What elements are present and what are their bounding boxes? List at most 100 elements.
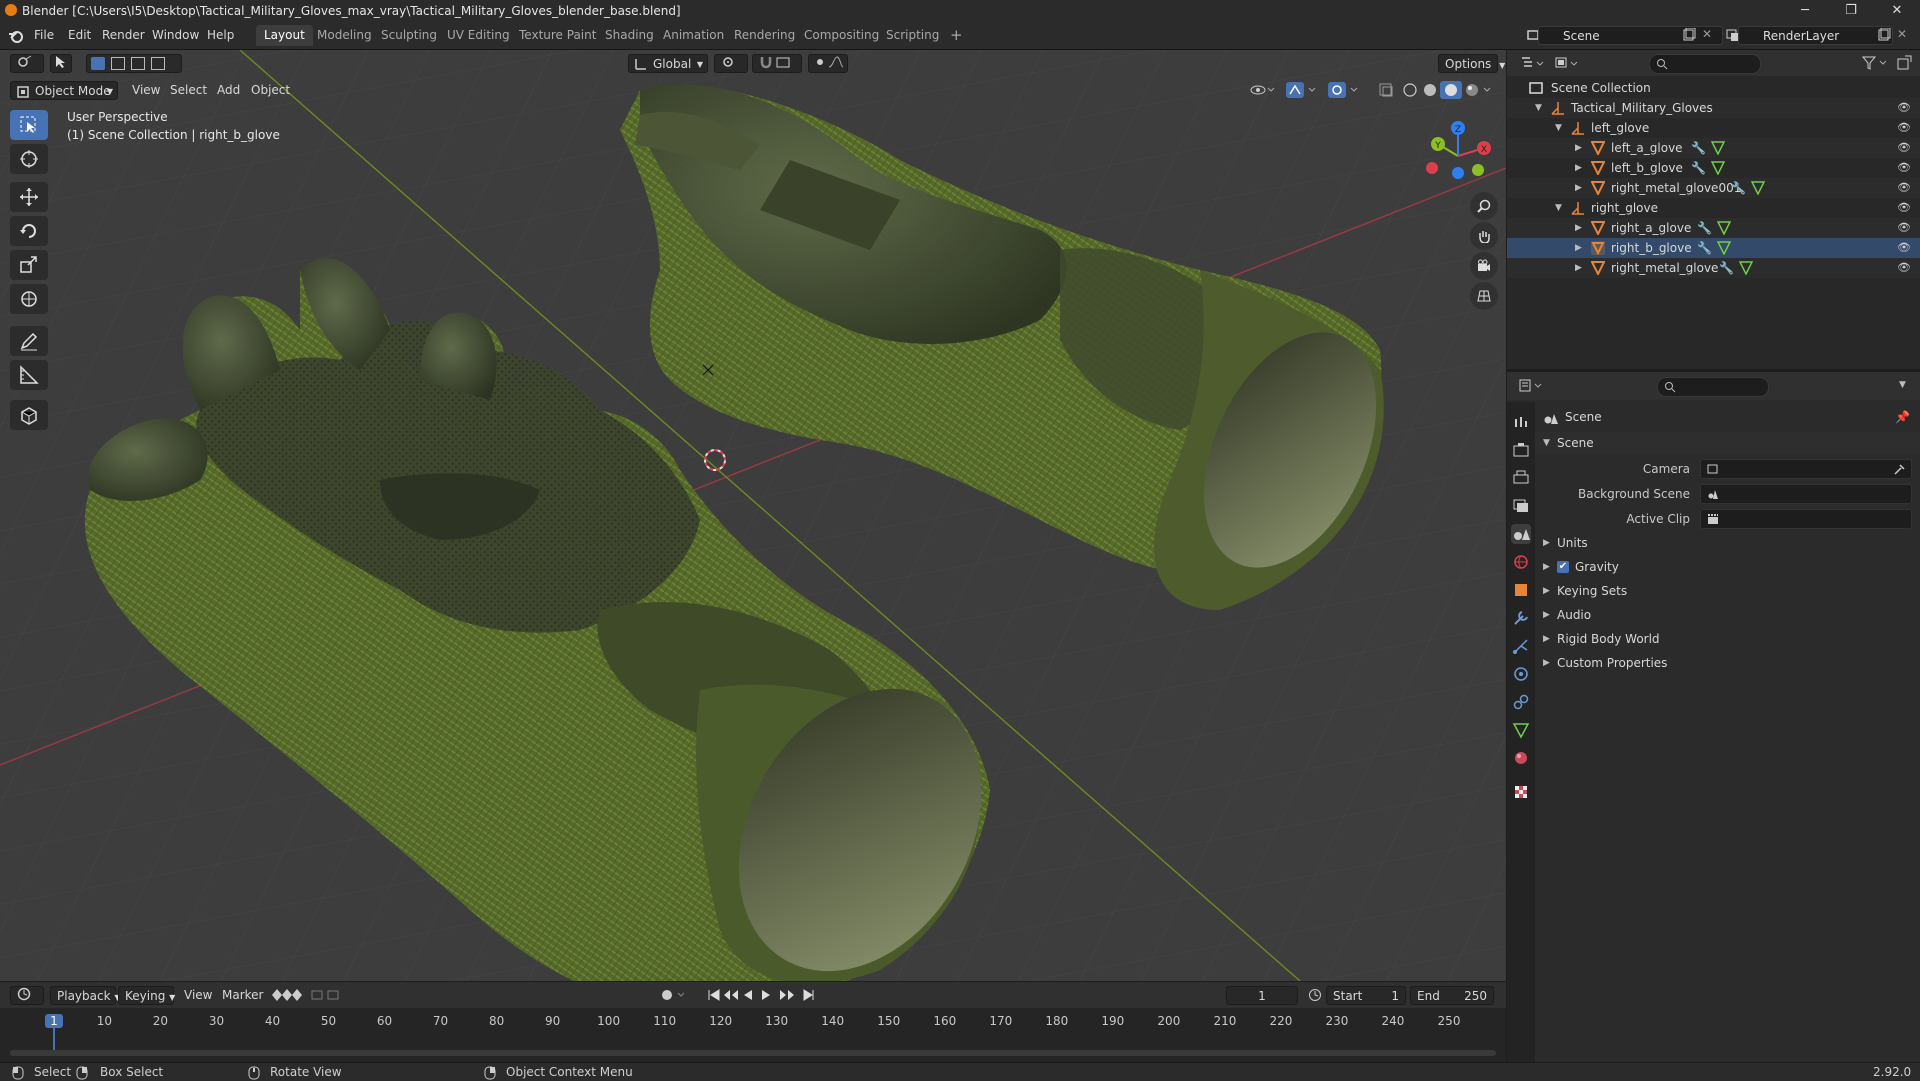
expand-arrow-icon[interactable]: ▶ xyxy=(1575,158,1582,178)
expand-arrow-icon[interactable]: ▶ xyxy=(1543,532,1550,554)
expand-arrow-icon[interactable]: ▼ xyxy=(1555,198,1562,218)
tool-annotate[interactable] xyxy=(10,326,48,356)
tool-move[interactable] xyxy=(10,182,48,212)
new-collection-icon[interactable] xyxy=(1897,55,1913,71)
mesh-data-icon[interactable] xyxy=(1739,261,1753,275)
viewport-menu-select[interactable]: Select xyxy=(170,83,207,97)
tab-tool[interactable] xyxy=(1511,412,1531,432)
camera-field[interactable] xyxy=(1700,459,1912,479)
proportional-editing-button[interactable] xyxy=(808,54,848,73)
tool-add-cube[interactable] xyxy=(10,400,48,430)
tab-particles[interactable] xyxy=(1511,636,1531,656)
outliner-item-right-a-glove[interactable]: ▶ right_a_glove 🔧 👁 xyxy=(1507,218,1920,238)
visibility-eye-icon[interactable]: 👁 xyxy=(1897,238,1911,258)
visibility-filter-icon[interactable] xyxy=(1250,82,1276,98)
tab-view-layer[interactable] xyxy=(1511,496,1531,516)
panel-audio[interactable]: ▶ Audio xyxy=(1535,604,1920,626)
new-view-layer-icon[interactable] xyxy=(1877,28,1891,42)
invert-selection-icon[interactable] xyxy=(151,57,165,70)
modifier-wrench-icon[interactable]: 🔧 xyxy=(1731,178,1746,198)
visibility-eye-icon[interactable]: 👁 xyxy=(1897,158,1911,178)
selection-mode-buttons[interactable] xyxy=(86,54,182,73)
tab-render[interactable] xyxy=(1511,440,1531,460)
camera-view-button[interactable] xyxy=(1470,252,1498,280)
tab-physics[interactable] xyxy=(1511,664,1531,684)
visibility-eye-icon[interactable]: 👁 xyxy=(1897,118,1911,138)
expand-arrow-icon[interactable]: ▼ xyxy=(1535,98,1542,118)
tool-cursor[interactable] xyxy=(10,144,48,174)
menu-edit[interactable]: Edit xyxy=(68,28,91,42)
viewport-menu-add[interactable]: Add xyxy=(217,83,240,97)
editor-type-button[interactable] xyxy=(10,54,44,73)
expand-arrow-icon[interactable]: ▶ xyxy=(1543,580,1550,602)
outliner-item-right-metal-glove001[interactable]: ▶ right_metal_glove001 🔧 👁 xyxy=(1507,178,1920,198)
pin-icon[interactable]: 📌 xyxy=(1895,406,1910,428)
expand-arrow-icon[interactable]: ▶ xyxy=(1575,218,1582,238)
select-tool-mode-button[interactable] xyxy=(50,54,72,73)
panel-rigid-body-world[interactable]: ▶ Rigid Body World xyxy=(1535,628,1920,650)
tab-modifiers[interactable] xyxy=(1511,608,1531,628)
mesh-data-icon[interactable] xyxy=(1751,181,1765,195)
expand-arrow-icon[interactable]: ▶ xyxy=(1543,652,1550,674)
mesh-data-icon[interactable] xyxy=(1717,221,1731,235)
visibility-eye-icon[interactable]: 👁 xyxy=(1897,218,1911,238)
tab-layout[interactable]: Layout xyxy=(256,25,313,46)
object-mode-dropdown[interactable]: Object Mode ▼ xyxy=(10,81,118,100)
pivot-point-button[interactable] xyxy=(714,54,748,73)
expand-arrow-icon[interactable]: ▶ xyxy=(1543,556,1550,578)
outliner-item-left-b-glove[interactable]: ▶ left_b_glove 🔧 👁 xyxy=(1507,158,1920,178)
subtract-selection-icon[interactable] xyxy=(131,57,145,70)
set-selection-icon[interactable] xyxy=(91,57,105,70)
mesh-data-icon[interactable] xyxy=(1711,141,1725,155)
menu-render[interactable]: Render xyxy=(102,28,145,42)
xray-toggle-icon[interactable] xyxy=(1378,82,1394,98)
tool-measure[interactable] xyxy=(10,360,48,390)
visibility-eye-icon[interactable]: 👁 xyxy=(1897,98,1911,118)
expand-arrow-icon[interactable]: ▶ xyxy=(1543,628,1550,650)
panel-gravity[interactable]: ▶ ✔ Gravity xyxy=(1535,556,1920,578)
tool-select-box[interactable] xyxy=(10,110,48,140)
tab-texture[interactable] xyxy=(1511,782,1531,802)
tab-rendering[interactable]: Rendering xyxy=(726,25,803,46)
tab-output[interactable] xyxy=(1511,468,1531,488)
extend-selection-icon[interactable] xyxy=(111,57,125,70)
outliner-scene-collection[interactable]: Scene Collection xyxy=(1507,78,1920,98)
navigation-gizmo[interactable]: X Y Z xyxy=(1418,116,1498,196)
visibility-eye-icon[interactable]: 👁 xyxy=(1897,198,1911,218)
panel-custom-properties[interactable]: ▶ Custom Properties xyxy=(1535,652,1920,674)
modifier-wrench-icon[interactable]: 🔧 xyxy=(1697,238,1712,258)
expand-arrow-icon[interactable]: ▶ xyxy=(1543,604,1550,626)
tab-texture-paint[interactable]: Texture Paint xyxy=(511,25,604,46)
new-scene-icon[interactable] xyxy=(1682,28,1696,42)
active-clip-field[interactable] xyxy=(1700,509,1912,529)
snapping-button[interactable] xyxy=(752,54,802,73)
tab-shading[interactable]: Shading xyxy=(597,25,662,46)
tab-sculpting[interactable]: Sculpting xyxy=(373,25,445,46)
visibility-eye-icon[interactable]: 👁 xyxy=(1897,178,1911,198)
expand-arrow-icon[interactable]: ▼ xyxy=(1555,118,1562,138)
perspective-toggle-button[interactable] xyxy=(1470,282,1498,310)
timeline-scrollbar[interactable] xyxy=(10,1050,1496,1056)
3d-viewport[interactable]: Global ▼ Options ▼ Object Mode ▼ View Se… xyxy=(0,50,1506,981)
tab-animation[interactable]: Animation xyxy=(655,25,732,46)
modifier-wrench-icon[interactable]: 🔧 xyxy=(1719,258,1734,278)
gravity-checkbox[interactable]: ✔ xyxy=(1557,561,1569,573)
zoom-view-button[interactable] xyxy=(1470,192,1498,220)
blender-menu-icon[interactable] xyxy=(8,28,24,44)
viewport-menu-view[interactable]: View xyxy=(132,83,160,97)
modifier-wrench-icon[interactable]: 🔧 xyxy=(1691,158,1706,178)
viewport-menu-object[interactable]: Object xyxy=(251,83,290,97)
outliner-item-left-a-glove[interactable]: ▶ left_a_glove 🔧 👁 xyxy=(1507,138,1920,158)
outliner-editor-icon[interactable] xyxy=(1521,56,1547,70)
menu-window[interactable]: Window xyxy=(152,28,199,42)
menu-file[interactable]: File xyxy=(34,28,54,42)
mesh-data-icon[interactable] xyxy=(1711,161,1725,175)
shading-mode-buttons[interactable] xyxy=(1400,81,1500,99)
scene-panel-header[interactable]: ▼ Scene xyxy=(1535,432,1920,454)
modifier-wrench-icon[interactable]: 🔧 xyxy=(1697,218,1712,238)
view-layer-selector[interactable]: RenderLayer xyxy=(1738,26,1893,45)
properties-search-input[interactable] xyxy=(1657,377,1769,397)
tool-transform[interactable] xyxy=(10,284,48,314)
visibility-eye-icon[interactable]: 👁 xyxy=(1897,258,1911,278)
panel-keying-sets[interactable]: ▶ Keying Sets xyxy=(1535,580,1920,602)
